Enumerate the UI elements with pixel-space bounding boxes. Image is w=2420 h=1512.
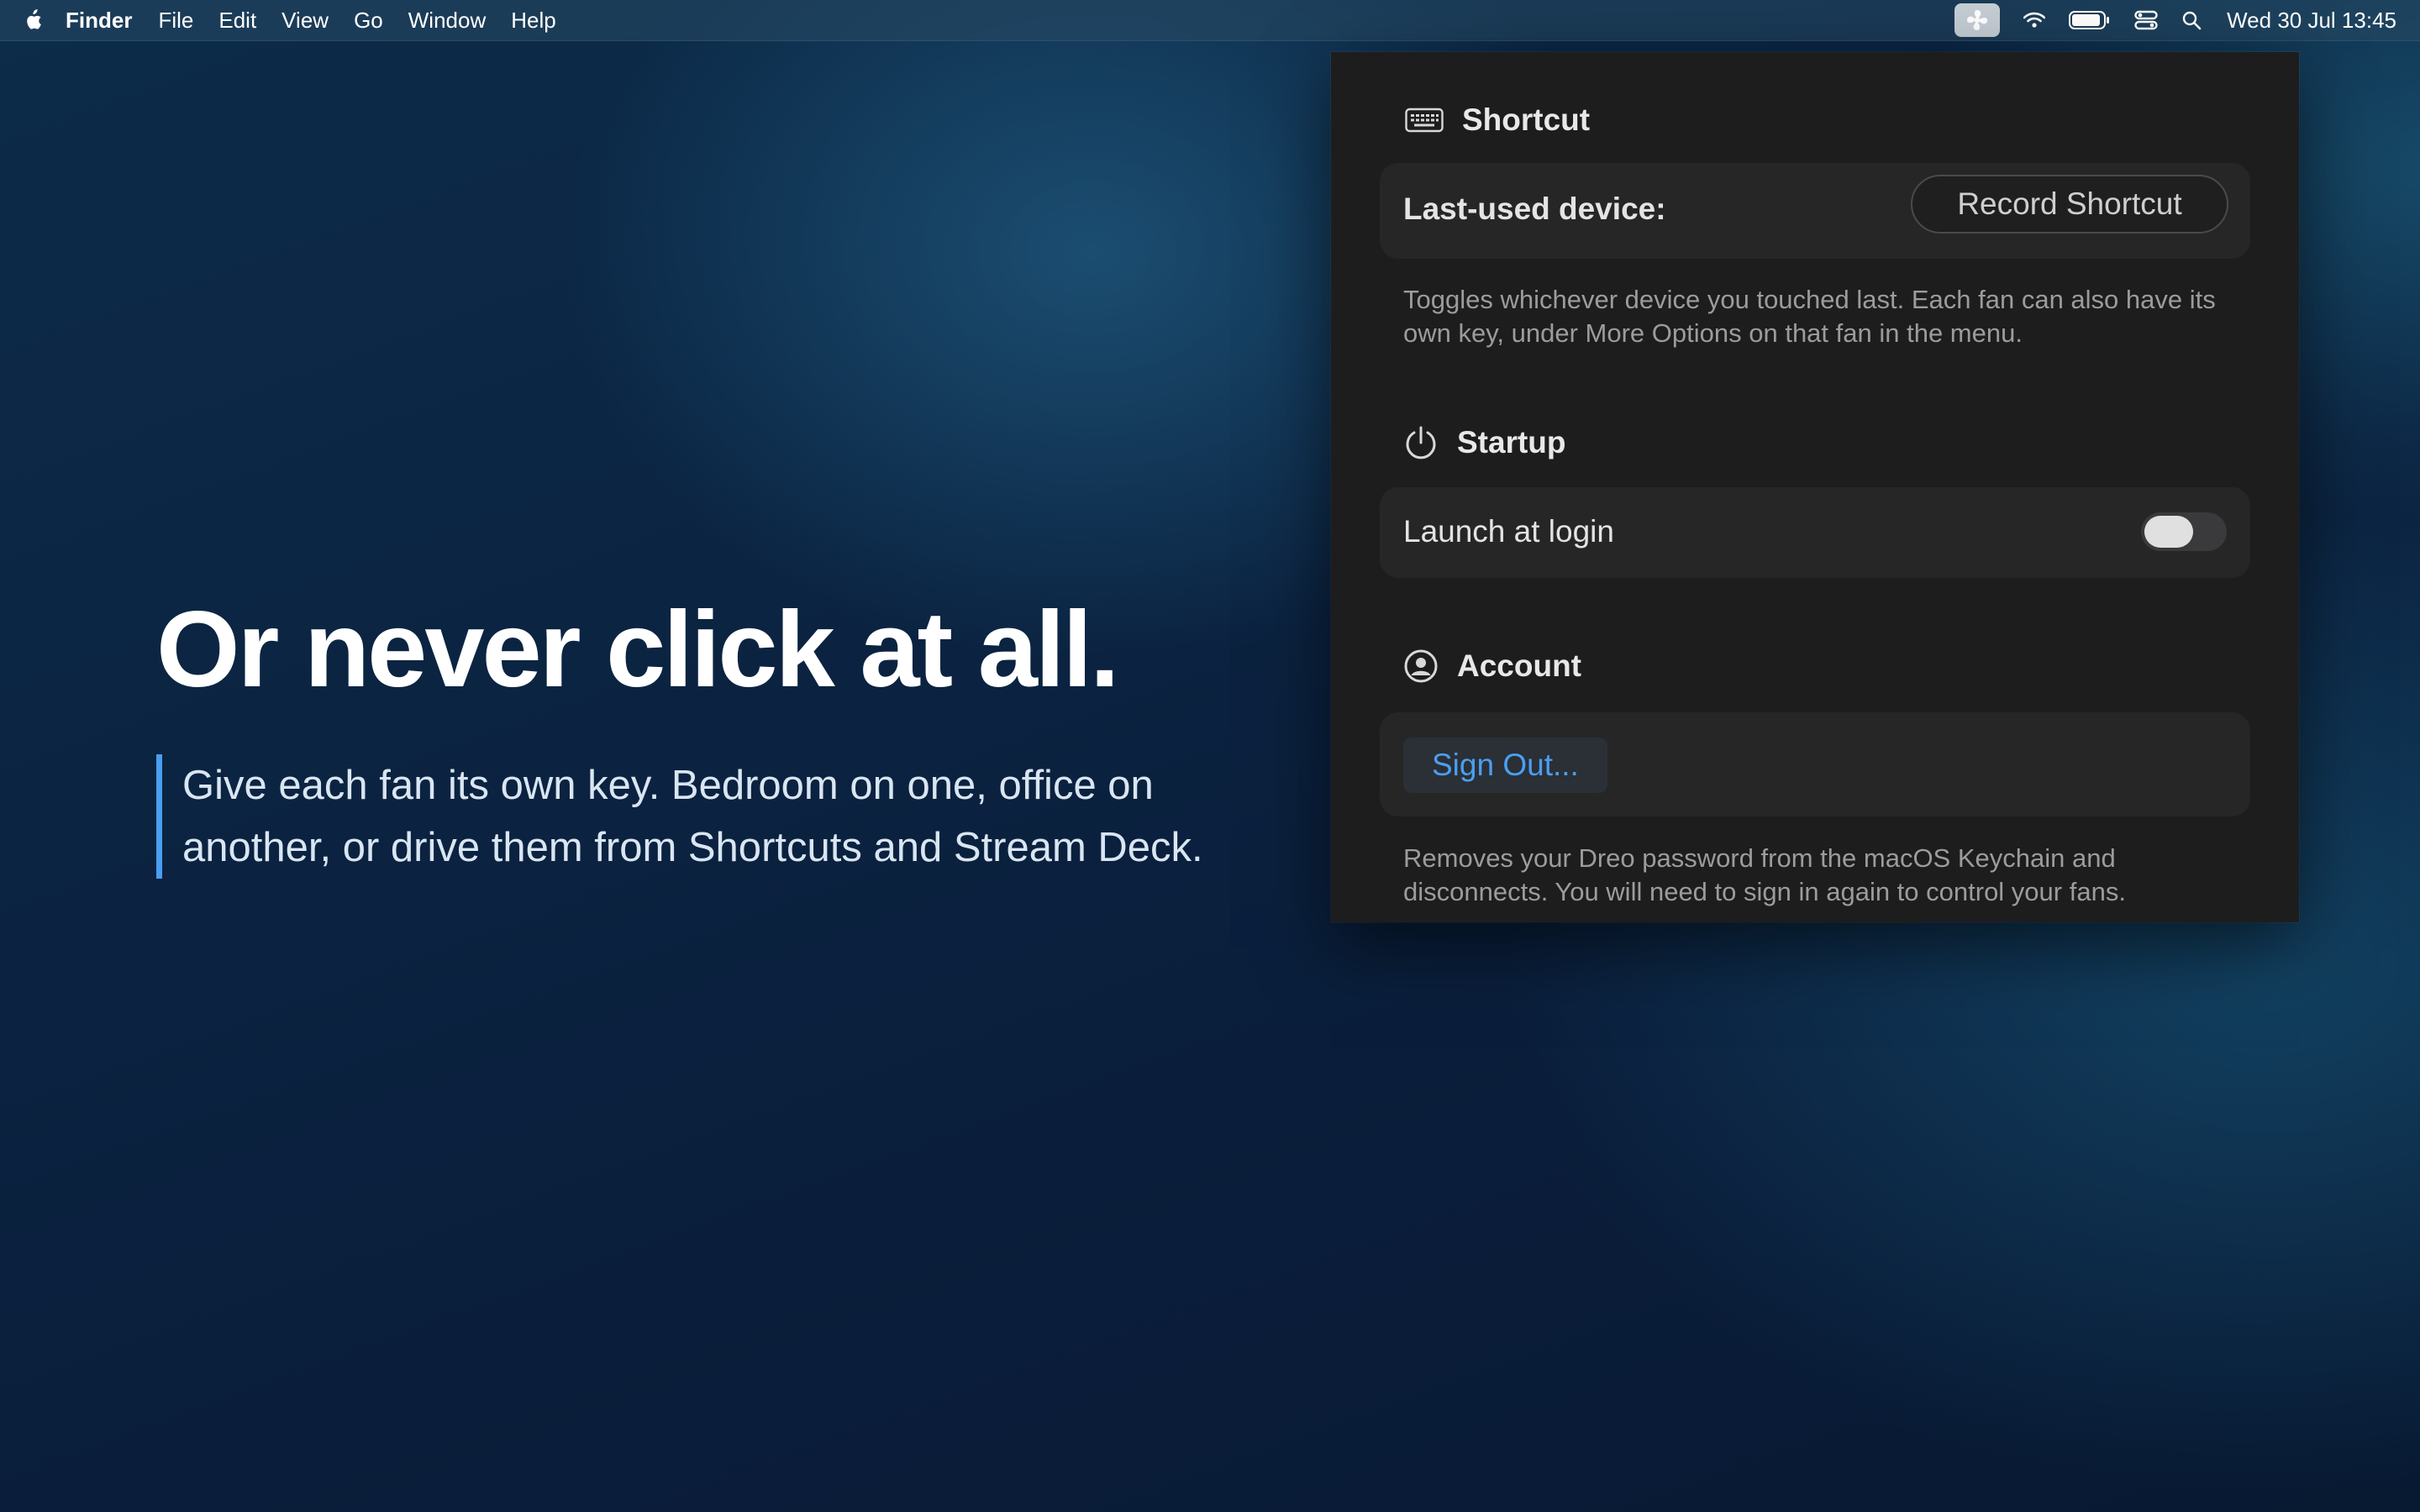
menu-bar-right: Wed 30 Jul 13:45 <box>1954 0 2396 40</box>
launch-at-login-label: Launch at login <box>1403 514 1614 549</box>
menu-app-name[interactable]: Finder <box>66 0 132 40</box>
startup-section-header: Startup <box>1403 425 1566 460</box>
account-section-title: Account <box>1457 648 1581 683</box>
account-caption: Removes your Dreo password from the macO… <box>1403 843 2126 906</box>
startup-section-title: Startup <box>1457 425 1566 459</box>
hero-quote: Give each fan its own key. Bedroom on on… <box>156 754 1224 879</box>
startup-card: Launch at login <box>1380 487 2250 578</box>
shortcut-card: Last-used device: Record Shortcut <box>1380 163 2250 259</box>
sign-out-button[interactable]: Sign Out... <box>1403 738 1607 793</box>
menu-bar-clock[interactable]: Wed 30 Jul 13:45 <box>2227 8 2396 34</box>
menu-bar-left: Finder File Edit View Go Window Help <box>0 0 581 40</box>
launch-at-login-toggle[interactable] <box>2141 512 2227 551</box>
menu-edit[interactable]: Edit <box>218 0 256 40</box>
shortcut-section-title: Shortcut <box>1462 102 1591 137</box>
account-card: Sign Out... <box>1380 712 2250 816</box>
menu-help[interactable]: Help <box>511 0 555 40</box>
record-shortcut-button[interactable]: Record Shortcut <box>1911 175 2228 234</box>
menu-view[interactable]: View <box>281 0 329 40</box>
hero-title: Or never click at all. <box>156 590 1120 710</box>
settings-panel: Shortcut Last-used device: Record Shortc… <box>1331 52 2299 922</box>
keyboard-icon <box>1405 108 1444 133</box>
menu-file[interactable]: File <box>158 0 193 40</box>
last-used-device-label: Last-used device: <box>1403 192 1666 226</box>
wifi-icon[interactable] <box>2023 12 2046 29</box>
toggle-knob <box>2144 516 2193 548</box>
shortcut-section-header: Shortcut <box>1405 102 1590 138</box>
spotlight-search-icon[interactable] <box>2181 10 2202 30</box>
menu-go[interactable]: Go <box>354 0 383 40</box>
fan-app-status-icon[interactable] <box>1954 3 2001 37</box>
shortcut-caption: Toggles whichever device you touched las… <box>1403 285 2216 348</box>
apple-icon[interactable] <box>24 8 44 32</box>
account-icon <box>1403 648 1439 684</box>
menu-bar: Finder File Edit View Go Window Help Wed… <box>0 0 2420 41</box>
power-icon <box>1403 425 1439 460</box>
battery-icon[interactable] <box>2069 10 2111 30</box>
account-section-header: Account <box>1403 648 1581 684</box>
menu-window[interactable]: Window <box>408 0 486 40</box>
control-center-icon[interactable] <box>2134 10 2158 30</box>
